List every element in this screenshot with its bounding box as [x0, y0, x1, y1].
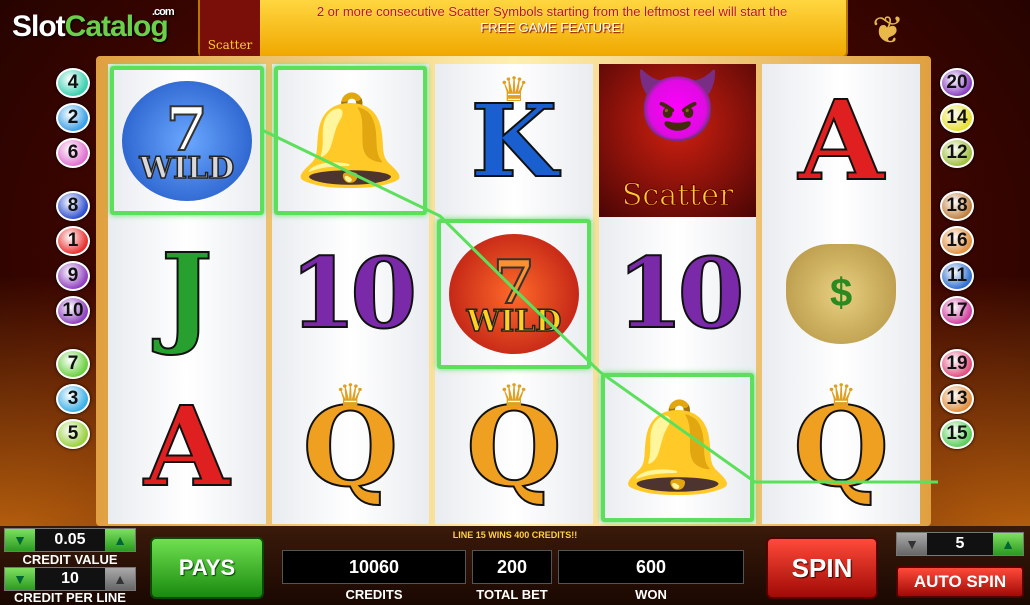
- line-indicator-8[interactable]: 8: [56, 191, 90, 221]
- auto-spin-button[interactable]: AUTO SPIN: [896, 566, 1024, 598]
- reel-cell: 7 WILD: [108, 64, 266, 217]
- credit-value-label: CREDIT VALUE: [22, 552, 118, 567]
- line-indicator-2[interactable]: 2: [56, 103, 90, 133]
- reel-1: 7 WILD J A: [108, 64, 266, 524]
- line-indicator-11[interactable]: 11: [940, 261, 974, 291]
- symbol-10: 10: [616, 236, 746, 350]
- symbol-a: A: [143, 382, 230, 512]
- banner-line-1: 2 or more consecutive Scatter Symbols st…: [316, 4, 788, 19]
- credit-per-line-stepper[interactable]: ▼ 10 ▲: [4, 567, 136, 591]
- line-indicator-3[interactable]: 3: [56, 384, 90, 414]
- increase-lines-button[interactable]: ▲: [993, 533, 1023, 555]
- bell-icon: 🔔: [621, 397, 734, 498]
- line-indicator-4[interactable]: 4: [56, 68, 90, 98]
- line-indicator-19[interactable]: 19: [940, 349, 974, 379]
- reel-grid: 7 WILD J A 🔔 10 ♛ Q ♛ K 7 WILD ♛ Q 😈 Scatter 10 🔔 A $ ♛ Q: [108, 64, 920, 524]
- reel-cell: A: [762, 64, 920, 217]
- increase-credit-per-line-button[interactable]: ▲: [105, 568, 135, 590]
- total-bet-display: 200: [472, 550, 552, 584]
- wild-symbol: 7 WILD: [448, 233, 579, 354]
- line-indicator-12[interactable]: 12: [940, 138, 974, 168]
- line-indicator-5[interactable]: 5: [56, 419, 90, 449]
- line-indicator-17[interactable]: 17: [940, 296, 974, 326]
- reel-cell: ♛ Q: [272, 371, 430, 524]
- line-indicator-16[interactable]: 16: [940, 226, 974, 256]
- reel-cell: ♛ Q: [435, 371, 593, 524]
- reel-cell: J: [108, 217, 266, 370]
- banner-text: 2 or more consecutive Scatter Symbols st…: [264, 4, 840, 36]
- reel-5: A $ ♛ Q: [762, 64, 920, 524]
- wild-symbol: 7 WILD: [121, 80, 252, 201]
- line-indicator-13[interactable]: 13: [940, 384, 974, 414]
- credits-label: CREDITS: [345, 587, 403, 602]
- banner-line-2: FREE GAME FEATURE!: [480, 20, 624, 35]
- symbol-a: A: [797, 75, 884, 205]
- reel-3: ♛ K 7 WILD ♛ Q: [435, 64, 593, 524]
- won-label: WON: [635, 587, 667, 602]
- line-indicator-20[interactable]: 20: [940, 68, 974, 98]
- decrease-credit-value-button[interactable]: ▼: [5, 529, 35, 551]
- right-line-indicators: 20 14 12 18 16 11 17 19 13 15: [940, 68, 974, 454]
- reel-cell: ♛ K: [435, 64, 593, 217]
- reel-2: 🔔 10 ♛ Q: [271, 64, 430, 524]
- money-bag-icon: $: [786, 243, 897, 344]
- credit-value: 0.05: [54, 531, 86, 548]
- lines-value: 5: [955, 535, 965, 552]
- gold-ornament-icon: ❦: [872, 10, 904, 52]
- reel-cell: 10: [599, 217, 757, 370]
- credits-display: 10060: [282, 550, 466, 584]
- crown-icon: ♛: [498, 377, 530, 416]
- won-display: 600: [558, 550, 744, 584]
- devil-scatter-icon: Scatter: [200, 0, 260, 56]
- reel-cell: $: [762, 217, 920, 370]
- symbol-10: 10: [289, 236, 419, 350]
- info-banner: Scatter 2 or more consecutive Scatter Sy…: [198, 0, 848, 58]
- reel-cell: 10: [272, 217, 430, 370]
- lines-stepper[interactable]: ▼ 5 ▲: [896, 532, 1024, 556]
- credit-value-stepper[interactable]: ▼ 0.05 ▲: [4, 528, 136, 552]
- line-indicator-15[interactable]: 15: [940, 419, 974, 449]
- reel-cell: 😈 Scatter: [598, 64, 757, 218]
- spin-button[interactable]: SPIN: [766, 537, 878, 599]
- reel-cell: 🔔: [599, 371, 757, 524]
- credit-per-line: 10: [61, 570, 79, 587]
- crown-icon: ♛: [825, 377, 857, 416]
- line-indicator-9[interactable]: 9: [56, 261, 90, 291]
- slotcatalog-logo: SlotCatalog .com: [12, 6, 175, 43]
- decrease-lines-button[interactable]: ▼: [897, 533, 927, 555]
- line-indicator-10[interactable]: 10: [56, 296, 90, 326]
- total-bet-label: TOTAL BET: [476, 587, 548, 602]
- reel-cell: A: [108, 371, 266, 524]
- line-indicator-1[interactable]: 1: [56, 226, 90, 256]
- reel-cell: 7 WILD: [435, 217, 593, 370]
- scatter-symbol: 😈 Scatter: [598, 64, 757, 218]
- line-indicator-7[interactable]: 7: [56, 349, 90, 379]
- symbol-j: J: [160, 228, 214, 358]
- crown-icon: ♛: [498, 71, 530, 109]
- increase-credit-value-button[interactable]: ▲: [105, 529, 135, 551]
- pays-button[interactable]: PAYS: [150, 537, 264, 599]
- devil-icon: 😈: [633, 67, 722, 145]
- line-indicator-18[interactable]: 18: [940, 191, 974, 221]
- reel-cell: 🔔: [272, 64, 430, 217]
- decrease-credit-per-line-button[interactable]: ▼: [5, 568, 35, 590]
- credit-per-line-label: CREDIT PER LINE: [14, 590, 126, 605]
- line-indicator-14[interactable]: 14: [940, 103, 974, 133]
- left-line-indicators: 4 2 6 8 1 9 10 7 3 5: [56, 68, 90, 454]
- reel-cell: ♛ Q: [762, 371, 920, 524]
- win-message: LINE 15 WINS 400 CREDITS!!: [452, 530, 578, 540]
- reel-4: 😈 Scatter 10 🔔: [598, 64, 757, 524]
- line-indicator-6[interactable]: 6: [56, 138, 90, 168]
- crown-icon: ♛: [335, 377, 366, 416]
- bell-icon: 🔔: [294, 91, 407, 192]
